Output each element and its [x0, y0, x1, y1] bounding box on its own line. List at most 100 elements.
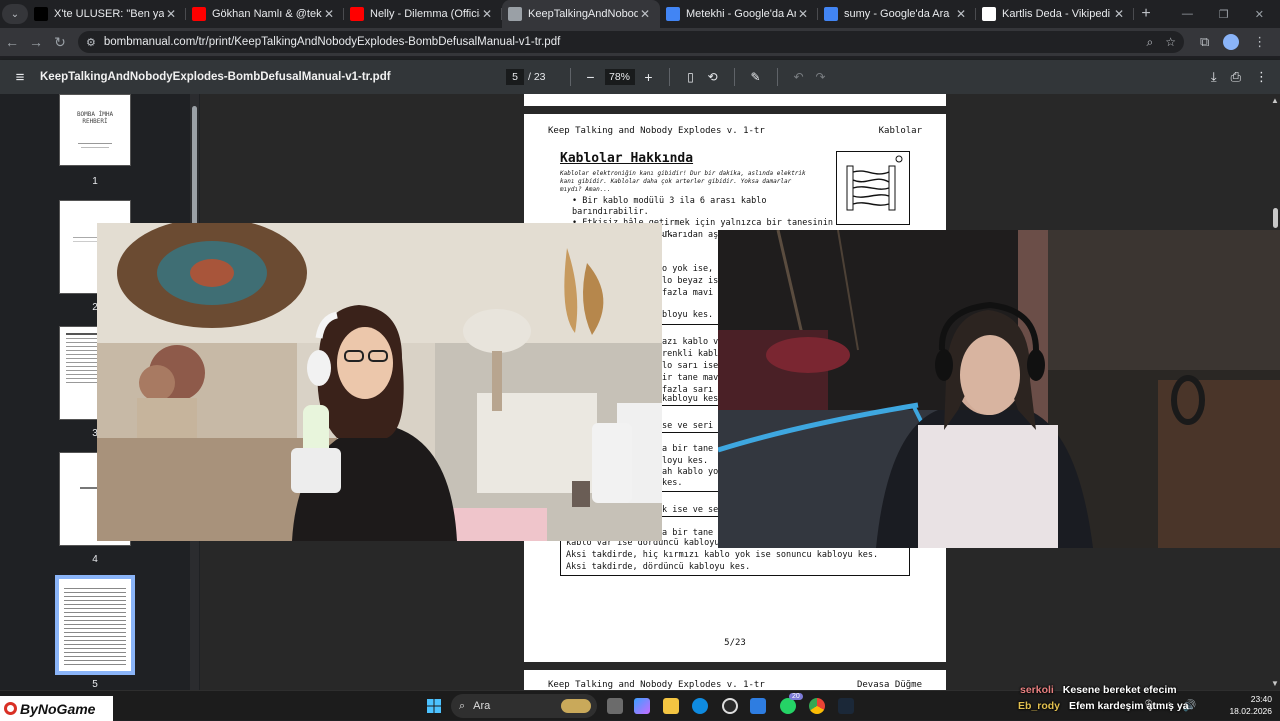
page-header: Keep Talking and Nobody Explodes v. 1-tr…	[548, 126, 922, 136]
pdf-page-6: Keep Talking and Nobody Explodes v. 1-tr…	[524, 670, 946, 690]
minimize-icon[interactable]: —	[1182, 8, 1193, 21]
annotate-icon[interactable]: ✎	[745, 70, 767, 84]
reload-icon[interactable]: ↻	[48, 34, 72, 51]
extensions-icon[interactable]: ⧉	[1200, 34, 1209, 50]
steam-icon[interactable]	[838, 698, 854, 714]
download-icon[interactable]: ⤓	[1211, 69, 1217, 85]
youtube-icon	[350, 7, 364, 21]
header-right: Devasa Düğme	[856, 680, 922, 690]
site-info-icon[interactable]: ⚙	[86, 36, 96, 49]
fit-page-icon[interactable]: ▯	[680, 70, 702, 84]
forward-icon[interactable]: →	[24, 34, 48, 50]
undo-icon[interactable]: ↶	[788, 70, 810, 84]
thumbnail-page-1[interactable]: BOMBA İMHA REHBERİ	[59, 94, 131, 166]
new-tab-button[interactable]: +	[1134, 5, 1158, 23]
previous-page-bottom	[524, 94, 946, 106]
wire-diagram-icon	[846, 155, 903, 211]
divider	[776, 68, 778, 86]
sidebar-scrollbar-thumb[interactable]	[192, 106, 197, 226]
windows-start-icon[interactable]	[427, 699, 441, 713]
tab-title: KeepTalkingAndNobodyExplode	[528, 8, 638, 20]
tab-close-icon[interactable]: ✕	[638, 7, 652, 21]
tab[interactable]: X'te ULUSER: "Ben yanlışım du✕	[28, 0, 186, 28]
webcam-left	[97, 223, 662, 541]
rule-line: Aksi takdirde, dördüncü kabloyu kes.	[566, 562, 751, 572]
logo-ring-icon	[4, 702, 17, 715]
tab[interactable]: sumy - Google'da Ara ✕	[818, 0, 976, 28]
print-icon[interactable]: ⎙	[1231, 69, 1241, 85]
header-left: Keep Talking and Nobody Explodes v. 1-tr	[548, 126, 765, 136]
section-title: Kablolar Hakkında	[560, 151, 694, 166]
zoom-out-button[interactable]: −	[581, 69, 601, 85]
chrome-icon[interactable]	[809, 698, 825, 714]
page-number-input[interactable]: 5	[506, 69, 524, 85]
viewer-scrollbar-thumb[interactable]	[1273, 208, 1278, 228]
scroll-up-icon[interactable]: ▲	[1271, 96, 1279, 105]
tab[interactable]: Metekhi - Google'da Ara ✕	[660, 0, 818, 28]
file-explorer-icon[interactable]	[663, 698, 679, 714]
divider	[733, 68, 735, 86]
tab-search-button[interactable]: ⌄	[2, 4, 28, 24]
url-text: bombmanual.com/tr/print/KeepTalkingAndNo…	[103, 36, 561, 48]
scroll-down-icon[interactable]: ▼	[1271, 679, 1279, 688]
store-icon[interactable]	[750, 698, 766, 714]
text-fragment: kabloyu kes.	[662, 394, 724, 404]
obs-icon[interactable]	[722, 698, 738, 714]
whatsapp-icon[interactable]	[780, 698, 796, 714]
edge-icon[interactable]	[692, 698, 708, 714]
rule-line: Aksi takdirde, hiç kırmızı kablo yok ise…	[566, 550, 879, 560]
clock-time: 23:40	[1250, 694, 1272, 704]
page-total: / 23	[528, 71, 546, 83]
text-fragment: kes.	[662, 478, 683, 488]
chat-text: Kesene bereket efecim	[1062, 684, 1177, 696]
zoom-input[interactable]: 78%	[604, 69, 635, 85]
chat-message: Eb_rody Efem kardeşim atmış ya	[1018, 700, 1189, 712]
notification-badge: 20	[789, 693, 803, 700]
tab[interactable]: Gökhan Namlı & @tekironline✕	[186, 0, 344, 28]
tab-close-icon[interactable]: ✕	[164, 7, 178, 21]
tab-list: X'te ULUSER: "Ben yanlışım du✕Gökhan Nam…	[28, 0, 1134, 28]
sidebar-menu-icon[interactable]: ≡	[0, 69, 40, 86]
tab-close-icon[interactable]: ✕	[322, 7, 336, 21]
youtube-icon	[192, 7, 206, 21]
tab-close-icon[interactable]: ✕	[480, 7, 494, 21]
wikipedia-icon	[982, 7, 996, 21]
thumbnail-page-5[interactable]	[55, 575, 135, 675]
profile-avatar[interactable]	[1223, 34, 1240, 50]
text-fragment: a bir tane s	[662, 528, 724, 538]
chat-username: serkoli	[1020, 684, 1054, 696]
tab[interactable]: KeepTalkingAndNobodyExplode✕	[502, 0, 660, 28]
tab-close-icon[interactable]: ✕	[954, 7, 968, 21]
zoom-in-button[interactable]: +	[639, 69, 659, 85]
bookmark-star-icon[interactable]: ☆	[1165, 35, 1176, 50]
thumbnail-line	[78, 143, 112, 144]
text-fragment: azı kablo va	[662, 337, 724, 347]
back-icon[interactable]: ←	[0, 34, 24, 50]
restore-icon[interactable]: ❐	[1219, 8, 1229, 21]
divider	[569, 68, 571, 86]
text-fragment: bloyu kes.	[662, 310, 714, 320]
address-bar[interactable]: ⚙ bombmanual.com/tr/print/KeepTalkingAnd…	[78, 31, 1184, 53]
tab[interactable]: Nelly - Dilemma (Official Music✕	[344, 0, 502, 28]
more-options-icon[interactable]: ⋮	[1255, 69, 1268, 85]
thumbnail-line	[81, 147, 109, 148]
rotate-icon[interactable]: ⟲	[702, 70, 724, 84]
tab-title: Metekhi - Google'da Ara	[686, 8, 796, 20]
copilot-icon[interactable]	[634, 698, 650, 714]
streamer-left-image	[97, 223, 662, 541]
chat-message: serkoli Kesene bereket efecim	[1020, 684, 1177, 696]
clock[interactable]: 23:40 18.02.2026	[1228, 693, 1272, 717]
google-icon	[824, 7, 838, 21]
tab-title: Gökhan Namlı & @tekironline	[212, 8, 322, 20]
menu-dots-icon[interactable]: ⋮	[1253, 34, 1266, 50]
zoom-search-icon[interactable]: ⌕	[1147, 35, 1154, 50]
close-window-icon[interactable]: ✕	[1255, 8, 1264, 21]
header-right: Kablolar	[878, 126, 922, 136]
task-view-icon[interactable]	[607, 698, 623, 714]
tab-close-icon[interactable]: ✕	[796, 7, 810, 21]
tab[interactable]: Kartlis Deda - Vikipedi ✕	[976, 0, 1134, 28]
redo-icon[interactable]: ↷	[810, 70, 832, 84]
globe-icon	[508, 7, 522, 21]
taskbar-search[interactable]: ⌕ Ara	[451, 694, 597, 718]
tab-close-icon[interactable]: ✕	[1112, 7, 1126, 21]
